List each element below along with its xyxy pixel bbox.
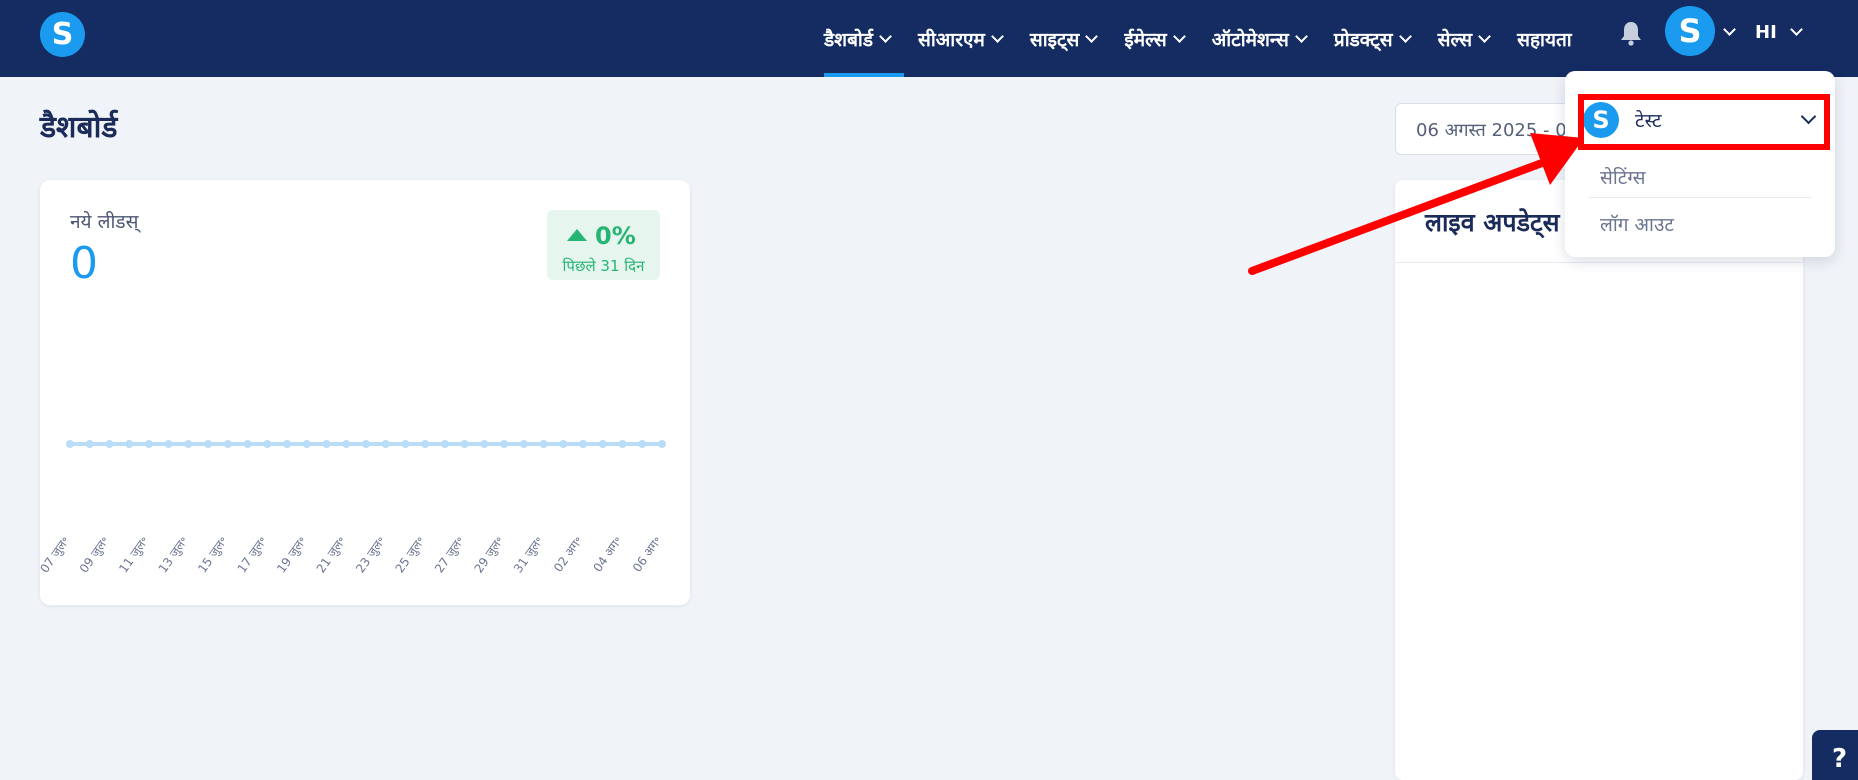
help-button[interactable]: ? [1812,730,1858,780]
annotation-arrow [1248,133,1584,275]
